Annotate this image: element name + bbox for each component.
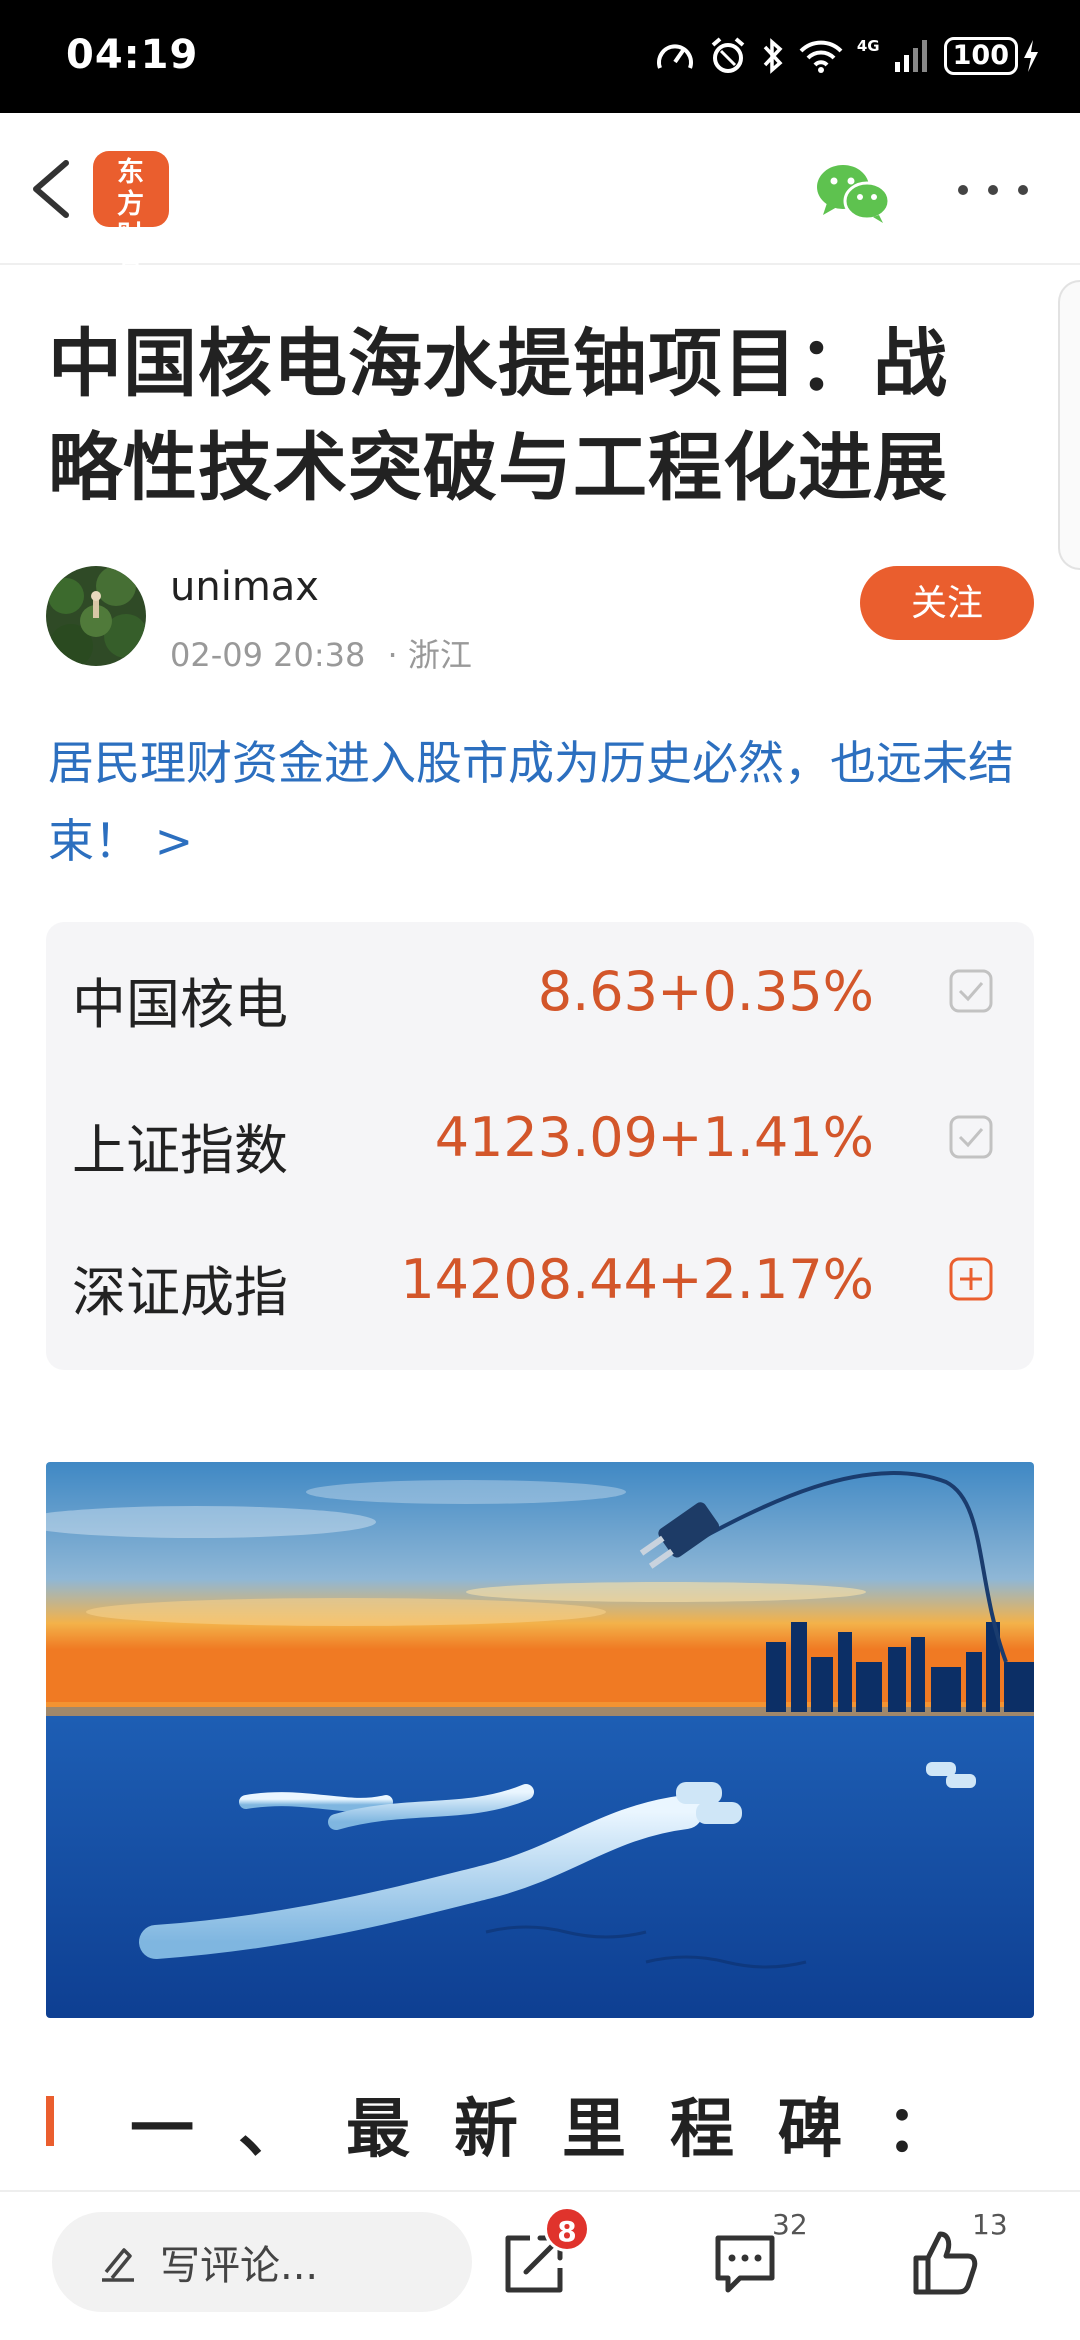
stock-change: +2.17% <box>657 1248 874 1311</box>
bottom-action-bar: 写评论... 8 32 13 <box>0 2190 1080 2340</box>
status-icons: 4G 100 <box>655 34 1040 78</box>
hero-illustration <box>46 1462 1034 2018</box>
app-header: 东方财富 <box>0 113 1080 284</box>
checked-icon[interactable] <box>948 968 994 1014</box>
stock-change: +1.41% <box>657 1106 874 1169</box>
comment-button[interactable]: 32 <box>710 2208 808 2312</box>
comment-count: 32 <box>772 2208 808 2241</box>
stock-row[interactable]: 上证指数 4123.09 +1.41% <box>46 1068 1034 1208</box>
stock-row[interactable]: 深证成指 14208.44 +2.17% <box>46 1210 1034 1350</box>
add-icon[interactable] <box>948 1256 994 1302</box>
share-button[interactable]: 8 <box>500 2206 590 2312</box>
wechat-share-button[interactable] <box>815 161 891 225</box>
network-type: 4G <box>856 37 880 55</box>
stock-price: 14208.44 <box>400 1248 658 1311</box>
side-drawer-handle[interactable] <box>1058 280 1080 570</box>
status-time: 04:19 <box>66 32 199 78</box>
app-logo-text: 东方财富 <box>117 157 145 284</box>
comment-placeholder: 写评论... <box>160 2243 319 2289</box>
related-stocks-card: 中国核电 8.63 +0.35% 上证指数 4123.09 +1.41% 深证成… <box>46 922 1034 1370</box>
pen-icon <box>102 2248 134 2282</box>
article-title: 中国核电海水提铀项目：战略性技术突破与工程化进展 <box>48 321 948 511</box>
article-hero-image[interactable] <box>46 1462 1034 2018</box>
stock-name: 深证成指 <box>72 1261 288 1324</box>
speedometer-icon <box>656 44 693 69</box>
follow-button[interactable]: 关注 <box>860 566 1034 640</box>
avatar[interactable] <box>46 566 146 666</box>
comment-input[interactable]: 写评论... <box>52 2212 472 2312</box>
alarm-icon <box>711 37 745 73</box>
author-name[interactable]: unimax <box>170 564 319 610</box>
back-chevron-icon <box>33 160 69 218</box>
section-heading: 一、最新里程碑： <box>130 2093 994 2167</box>
back-button[interactable] <box>22 153 82 225</box>
stock-name: 中国核电 <box>72 973 288 1036</box>
stock-price: 8.63 <box>537 960 658 1023</box>
share-badge: 8 <box>544 2206 590 2252</box>
stock-price: 4123.09 <box>434 1106 658 1169</box>
battery-level: 100 <box>943 37 1018 75</box>
like-count: 13 <box>972 2208 1008 2241</box>
avatar-image <box>46 566 146 666</box>
thumbs-up-icon <box>913 2231 978 2295</box>
status-bar: 04:19 4G 100 <box>0 0 1080 113</box>
charging-icon <box>1024 40 1038 72</box>
comment-icon <box>715 2235 775 2293</box>
like-button[interactable]: 13 <box>910 2208 1008 2312</box>
app-logo: 东方财富 <box>93 151 169 284</box>
publish-location: · 浙江 <box>387 636 472 674</box>
wechat-icon <box>817 165 891 223</box>
stock-row[interactable]: 中国核电 8.63 +0.35% <box>46 922 1034 1062</box>
more-icon-dot <box>988 185 998 195</box>
stock-change: +0.35% <box>657 960 874 1023</box>
author-meta: 02-09 20:38 · 浙江 <box>170 630 472 676</box>
section-marker <box>46 2096 54 2146</box>
promo-link[interactable]: 居民理财资金进入股市成为历史必然，也远未结束！ > <box>48 724 1038 880</box>
more-button[interactable] <box>958 175 1028 205</box>
battery-icon: 100 <box>943 37 1040 75</box>
signal-icon <box>894 40 927 72</box>
stock-name: 上证指数 <box>72 1119 288 1182</box>
bluetooth-icon <box>763 38 783 74</box>
wifi-icon <box>799 40 843 73</box>
more-icon-dot <box>958 185 968 195</box>
more-icon-dot <box>1018 185 1028 195</box>
publish-date: 02-09 20:38 <box>170 636 366 674</box>
checked-icon[interactable] <box>948 1114 994 1160</box>
